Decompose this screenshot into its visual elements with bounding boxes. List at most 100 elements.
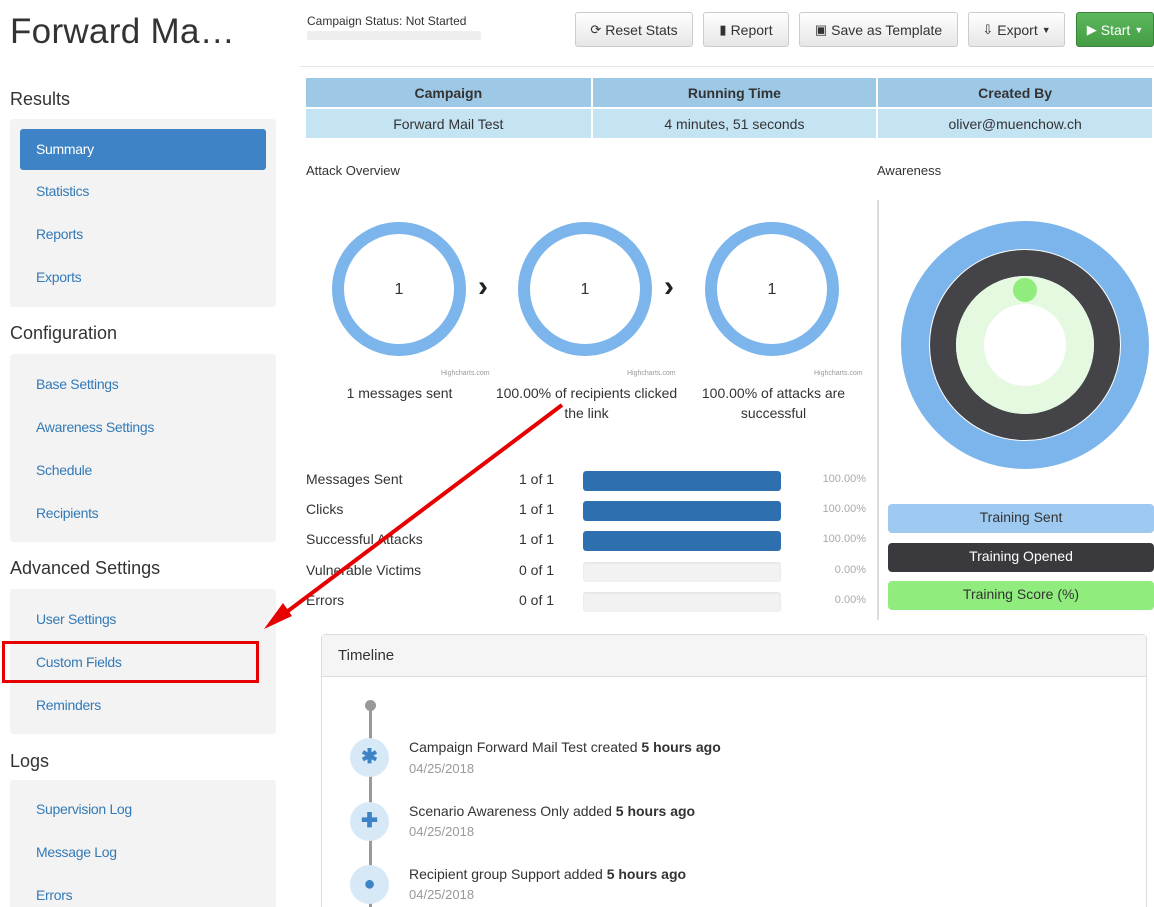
timeline-event-text: Scenario Awareness Only added 5 hours ag…	[409, 803, 696, 819]
stat-progress-fill	[583, 501, 781, 521]
stat-percent: 100.00%	[822, 533, 866, 545]
legend-training-sent[interactable]: Training Sent	[888, 504, 1154, 533]
clicks-caption: 100.00% of recipients clicked the link	[495, 385, 678, 421]
nav-recipients[interactable]: Recipients	[10, 492, 276, 535]
stat-name: Errors	[306, 592, 345, 608]
clicks-value: 1	[580, 281, 590, 298]
stat-percent: 100.00%	[822, 473, 866, 485]
timeline-start-dot	[365, 700, 376, 711]
stat-progress-fill	[583, 471, 781, 491]
messages-sent-caption: 1 messages sent	[346, 385, 453, 401]
floppy-icon: ▣	[814, 21, 828, 37]
running-time: 4 minutes, 51 seconds	[591, 107, 879, 138]
chevron-right-icon: ›	[664, 270, 674, 303]
caret-down-icon: ▼	[1041, 24, 1051, 35]
nav-reminders[interactable]: Reminders	[10, 684, 276, 727]
stat-name: Vulnerable Victims	[306, 562, 422, 578]
stat-fraction: 1 of 1	[519, 471, 555, 487]
header-divider	[300, 66, 1154, 67]
report-button[interactable]: ▮ Report	[703, 12, 789, 47]
stat-progress-bar	[583, 471, 781, 491]
stat-progress-bar	[583, 501, 781, 521]
campaign-status-bar	[307, 31, 481, 40]
highcharts-credit[interactable]: Highcharts.com	[814, 370, 863, 377]
nav-errors[interactable]: Errors	[10, 874, 276, 907]
start-label: Start	[1100, 21, 1131, 38]
stat-progress-bar	[583, 531, 781, 551]
highcharts-credit[interactable]: Highcharts.com	[627, 370, 676, 377]
campaign-name: Forward Mail Test	[306, 107, 593, 138]
configuration-heading: Configuration	[10, 323, 118, 343]
nav-exports[interactable]: Exports	[10, 256, 276, 299]
save-template-label: Save as Template	[831, 21, 943, 38]
awareness-chart	[901, 221, 1149, 469]
nav-user-settings[interactable]: User Settings	[10, 598, 276, 641]
logs-heading: Logs	[10, 751, 50, 771]
highlight-box	[2, 641, 259, 683]
training-score-marker	[1013, 278, 1037, 302]
play-icon: ▶	[1086, 21, 1097, 37]
legend-training-score[interactable]: Training Score (%)	[888, 581, 1154, 610]
attacks-value: 1	[767, 281, 777, 298]
nav-schedule[interactable]: Schedule	[10, 449, 276, 492]
stat-percent: 0.00%	[834, 594, 866, 606]
export-icon: ⇩	[982, 21, 994, 37]
stat-percent: 0.00%	[834, 564, 866, 576]
awareness-heading: Awareness	[877, 163, 942, 178]
legend-training-opened[interactable]: Training Opened	[888, 543, 1154, 572]
stat-row: Messages Sent 1 of 1 100.00%	[306, 469, 866, 491]
nav-summary[interactable]: Summary	[20, 129, 266, 170]
col-running-time: Running Time	[591, 78, 879, 108]
start-button[interactable]: ▶ Start ▼	[1076, 12, 1154, 47]
reset-stats-button[interactable]: ⟳ Reset Stats	[575, 12, 693, 47]
document-icon: ▮	[719, 21, 727, 37]
stat-fraction: 0 of 1	[519, 562, 555, 578]
nav-reports[interactable]: Reports	[10, 213, 276, 256]
stat-fraction: 1 of 1	[519, 531, 555, 547]
highcharts-credit[interactable]: Highcharts.com	[441, 370, 490, 377]
asterisk-icon: ✱	[350, 738, 389, 777]
plus-icon: ✚	[350, 802, 389, 841]
stat-percent: 100.00%	[822, 503, 866, 515]
export-button[interactable]: ⇩ Export ▼	[968, 12, 1065, 47]
page-title: Forward Ma…	[10, 12, 236, 51]
results-heading: Results	[10, 89, 71, 109]
refresh-icon: ⟳	[590, 21, 602, 37]
caret-down-icon: ▼	[1134, 24, 1144, 35]
nav-base-settings[interactable]: Base Settings	[10, 363, 276, 406]
timeline-event-date: 04/25/2018	[409, 824, 475, 839]
stat-row: Errors 0 of 1 0.00%	[306, 590, 866, 612]
stat-fraction: 1 of 1	[519, 501, 555, 517]
nav-statistics[interactable]: Statistics	[10, 170, 276, 213]
stat-progress-bar	[583, 592, 781, 612]
export-label: Export	[997, 21, 1038, 38]
stat-fraction: 0 of 1	[519, 592, 555, 608]
col-created-by: Created By	[877, 78, 1154, 108]
attacks-caption: 100.00% of attacks are successful	[701, 385, 846, 421]
advanced-heading: Advanced Settings	[10, 558, 161, 578]
training-score-track	[956, 276, 1094, 414]
save-template-button[interactable]: ▣ Save as Template	[799, 12, 958, 47]
section-divider	[877, 200, 879, 620]
nav-supervision-log[interactable]: Supervision Log	[10, 788, 276, 831]
report-label: Report	[730, 21, 773, 38]
timeline-event-text: Campaign Forward Mail Test created 5 hou…	[409, 739, 721, 755]
nav-message-log[interactable]: Message Log	[10, 831, 276, 874]
logs-nav: Supervision Log Message Log Errors	[10, 780, 276, 907]
stat-name: Messages Sent	[306, 471, 403, 487]
stat-progress-bar	[583, 562, 781, 582]
stat-row: Clicks 1 of 1 100.00%	[306, 499, 866, 521]
timeline-event-date: 04/25/2018	[409, 887, 475, 902]
timeline-event-date: 04/25/2018	[409, 761, 475, 776]
campaign-status: Campaign Status: Not Started	[307, 14, 467, 28]
stat-progress-fill	[583, 531, 781, 551]
configuration-nav: Base Settings Awareness Settings Schedul…	[10, 354, 276, 542]
stat-row: Successful Attacks 1 of 1 100.00%	[306, 529, 866, 551]
timeline-event-text: Recipient group Support added 5 hours ag…	[409, 866, 687, 882]
campaign-info-table: Campaign Running Time Created By Forward…	[306, 78, 1154, 138]
created-by: oliver@muenchow.ch	[877, 107, 1154, 138]
results-nav: Summary Statistics Reports Exports	[10, 119, 276, 307]
chevron-right-icon: ›	[478, 270, 488, 303]
nav-awareness-settings[interactable]: Awareness Settings	[10, 406, 276, 449]
stat-name: Successful Attacks	[306, 531, 423, 547]
